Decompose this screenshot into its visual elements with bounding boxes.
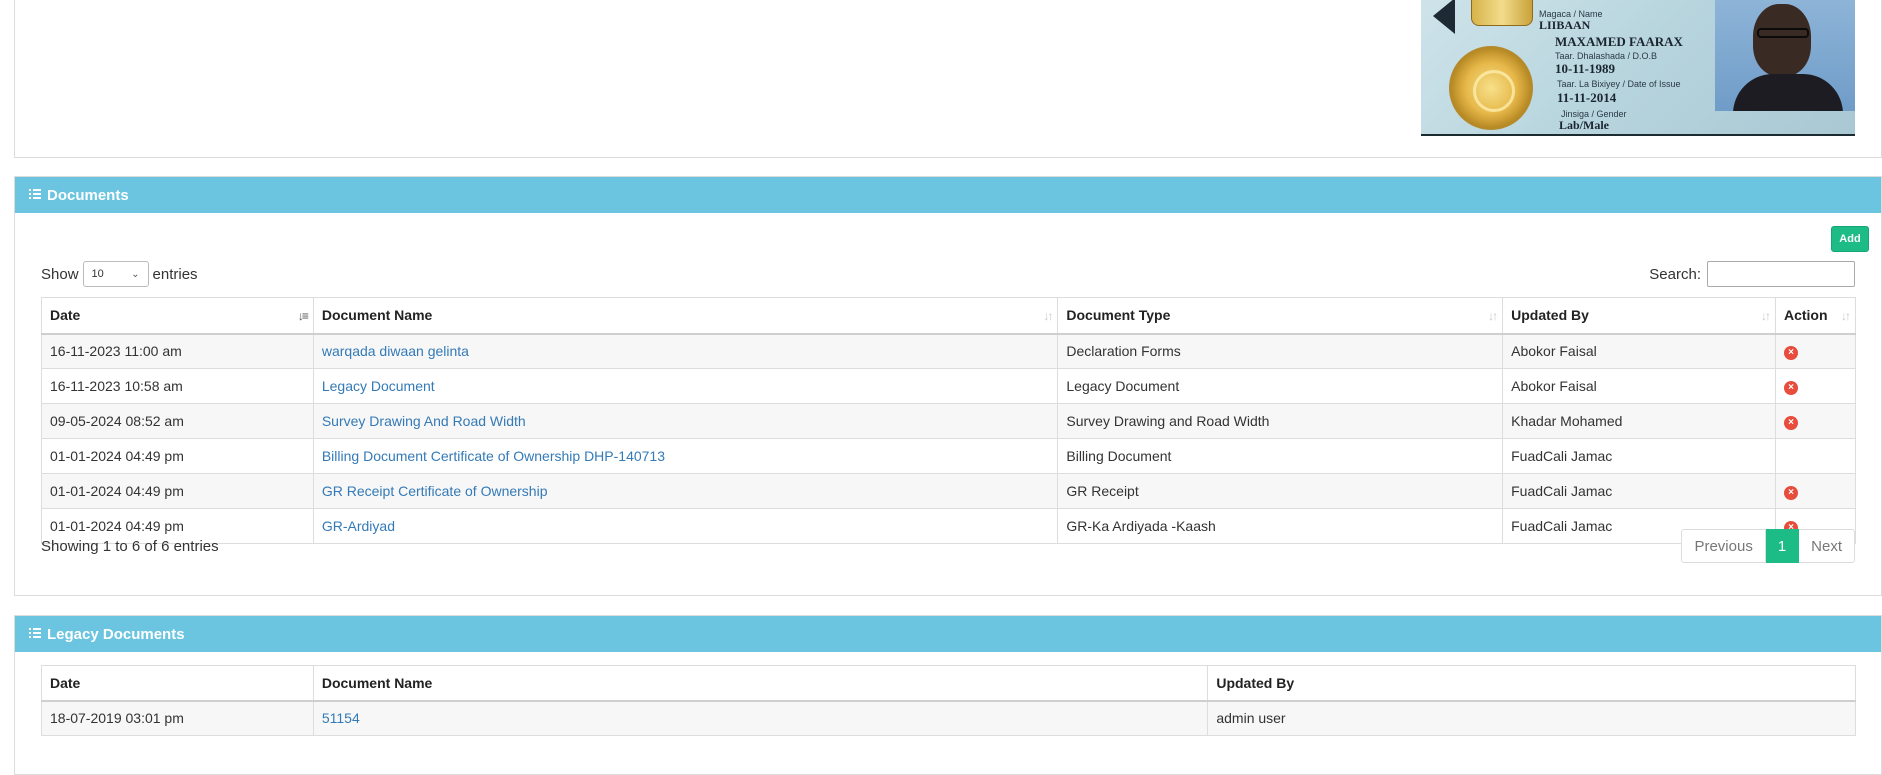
row-updated-by: admin user xyxy=(1207,700,1856,736)
column-header-updated-by: Updated By xyxy=(1207,665,1856,702)
documents-table: Date ↓≡ Document Name ↓↑ Document Type ↓↑ U… xyxy=(41,297,1857,544)
column-header-document-type[interactable]: Document Type ↓↑ xyxy=(1057,297,1504,335)
documents-panel-header: Documents xyxy=(15,177,1881,213)
entries-length-control: Show 10 ⌄ entries xyxy=(41,261,198,287)
search-control: Search: xyxy=(1649,261,1855,287)
row-updated-by: Abokor Faisal xyxy=(1502,333,1776,369)
row-updated-by: Abokor Faisal xyxy=(1502,368,1776,404)
column-header-document-name[interactable]: Document Name ↓↑ xyxy=(312,297,1059,335)
table-header-row: Date ↓≡ Document Name ↓↑ Document Type ↓↑ U… xyxy=(41,297,1857,335)
card-number: 101189-15602490 xyxy=(1539,0,1626,2)
row-document-type: GR-Ka Ardiyada -Kaash xyxy=(1057,508,1504,544)
card-issue-date: 11-11-2014 xyxy=(1557,90,1617,105)
pagination-previous[interactable]: Previous xyxy=(1681,529,1766,563)
legacy-panel-title: Legacy Documents xyxy=(47,625,185,643)
delete-icon[interactable]: × xyxy=(1783,416,1798,430)
row-date: 16-11-2023 10:58 am xyxy=(41,368,314,404)
table-row: 09-05-2024 08:52 am Survey Drawing And R… xyxy=(41,403,1857,439)
table-row: 01-01-2024 04:49 pm GR Receipt Certifica… xyxy=(41,473,1857,509)
document-link[interactable]: warqada diwaan gelinta xyxy=(322,343,469,359)
documents-panel: Documents Add Show 10 ⌄ entries Search: … xyxy=(14,176,1882,596)
show-label: Show xyxy=(41,265,79,283)
table-info: Showing 1 to 6 of 6 entries xyxy=(41,538,219,555)
document-link[interactable]: GR-Ardiyad xyxy=(322,518,395,534)
card-gender: Lab/Male xyxy=(1559,118,1609,132)
row-date: 01-01-2024 04:49 pm xyxy=(41,438,314,474)
card-dob: 10-11-1989 xyxy=(1555,61,1615,76)
table-row: 16-11-2023 11:00 am warqada diwaan gelin… xyxy=(41,333,1857,369)
row-date: 09-05-2024 08:52 am xyxy=(41,403,314,439)
table-row: 18-07-2019 03:01 pm 51154 admin user xyxy=(41,700,1856,736)
entries-select-value: 10 xyxy=(91,268,104,280)
legacy-documents-table: Date Document Name Updated By 18-07-2019… xyxy=(41,665,1856,736)
card-dob-label: Taar. Dhalashada / D.O.B xyxy=(1555,51,1658,61)
entries-label: entries xyxy=(152,265,198,283)
row-document-type: Survey Drawing and Road Width xyxy=(1057,403,1504,439)
row-date: 01-01-2024 04:49 pm xyxy=(41,473,314,509)
list-icon xyxy=(29,627,41,639)
delete-icon[interactable]: × xyxy=(1783,346,1798,361)
card-chip xyxy=(1471,0,1533,26)
search-input[interactable] xyxy=(1707,261,1855,287)
national-id-card-image: 101189-15602490 Magaca / Name LIIBAAN MA… xyxy=(1421,0,1855,136)
card-first-name: LIIBAAN xyxy=(1539,18,1591,32)
delete-icon[interactable]: × xyxy=(1783,486,1798,500)
card-issue-label: Taar. La Bixiyey / Date of Issue xyxy=(1557,79,1681,89)
document-link[interactable]: 51154 xyxy=(322,710,360,726)
sort-icon: ↓↑ xyxy=(1043,309,1053,323)
card-seal xyxy=(1449,46,1533,130)
card-photo xyxy=(1715,0,1855,111)
pagination-next[interactable]: Next xyxy=(1799,529,1855,563)
table-row: 01-01-2024 04:49 pm Billing Document Cer… xyxy=(41,438,1857,474)
delete-icon[interactable]: × xyxy=(1783,381,1798,395)
row-updated-by: FuadCali Jamac xyxy=(1502,438,1776,474)
column-header-date: Date xyxy=(41,665,314,702)
card-arrow-icon xyxy=(1433,0,1455,34)
column-header-action[interactable]: Action ↓↑ xyxy=(1774,297,1857,335)
column-header-document-name: Document Name xyxy=(312,665,1209,702)
table-row: 01-01-2024 04:49 pm GR-Ardiyad GR-Ka Ard… xyxy=(41,508,1857,544)
pagination: Previous 1 Next xyxy=(1681,529,1855,563)
document-link[interactable]: Legacy Document xyxy=(322,378,435,394)
row-updated-by: Khadar Mohamed xyxy=(1502,403,1776,439)
documents-panel-title: Documents xyxy=(47,186,129,204)
row-document-type: Declaration Forms xyxy=(1057,333,1504,369)
pagination-page-1[interactable]: 1 xyxy=(1765,529,1800,563)
search-label: Search: xyxy=(1649,265,1701,283)
row-document-type: Legacy Document xyxy=(1057,368,1504,404)
entries-select[interactable]: 10 ⌄ xyxy=(82,261,149,287)
list-icon xyxy=(29,188,41,200)
column-header-updated-by[interactable]: Updated By ↓↑ xyxy=(1502,297,1776,335)
legacy-documents-panel: Legacy Documents Date Document Name Upda… xyxy=(14,615,1882,775)
add-document-button[interactable]: Add xyxy=(1831,226,1869,252)
table-header-row: Date Document Name Updated By xyxy=(41,665,1856,702)
sort-icon: ↓↑ xyxy=(1760,309,1771,323)
row-document-type: Billing Document xyxy=(1057,438,1504,474)
chevron-down-icon: ⌄ xyxy=(131,268,140,280)
sort-icon: ↓↑ xyxy=(1488,309,1498,323)
document-link[interactable]: Billing Document Certificate of Ownershi… xyxy=(322,448,665,464)
sort-desc-icon: ↓≡ xyxy=(297,309,309,323)
card-full-name: MAXAMED FAARAX xyxy=(1555,34,1683,49)
legacy-panel-header: Legacy Documents xyxy=(15,616,1881,652)
row-document-type: GR Receipt xyxy=(1057,473,1504,509)
row-updated-by: FuadCali Jamac xyxy=(1502,473,1776,509)
table-row: 16-11-2023 10:58 am Legacy Document Lega… xyxy=(41,368,1857,404)
document-link[interactable]: GR Receipt Certificate of Ownership xyxy=(322,483,548,499)
column-header-date[interactable]: Date ↓≡ xyxy=(41,297,314,335)
row-action-empty xyxy=(1774,438,1857,474)
row-date: 16-11-2023 11:00 am xyxy=(41,333,314,369)
document-link[interactable]: Survey Drawing And Road Width xyxy=(322,413,526,429)
profile-box: 101189-15602490 Magaca / Name LIIBAAN MA… xyxy=(14,0,1882,158)
row-date: 18-07-2019 03:01 pm xyxy=(41,700,314,736)
sort-icon: ↓↑ xyxy=(1841,309,1851,323)
